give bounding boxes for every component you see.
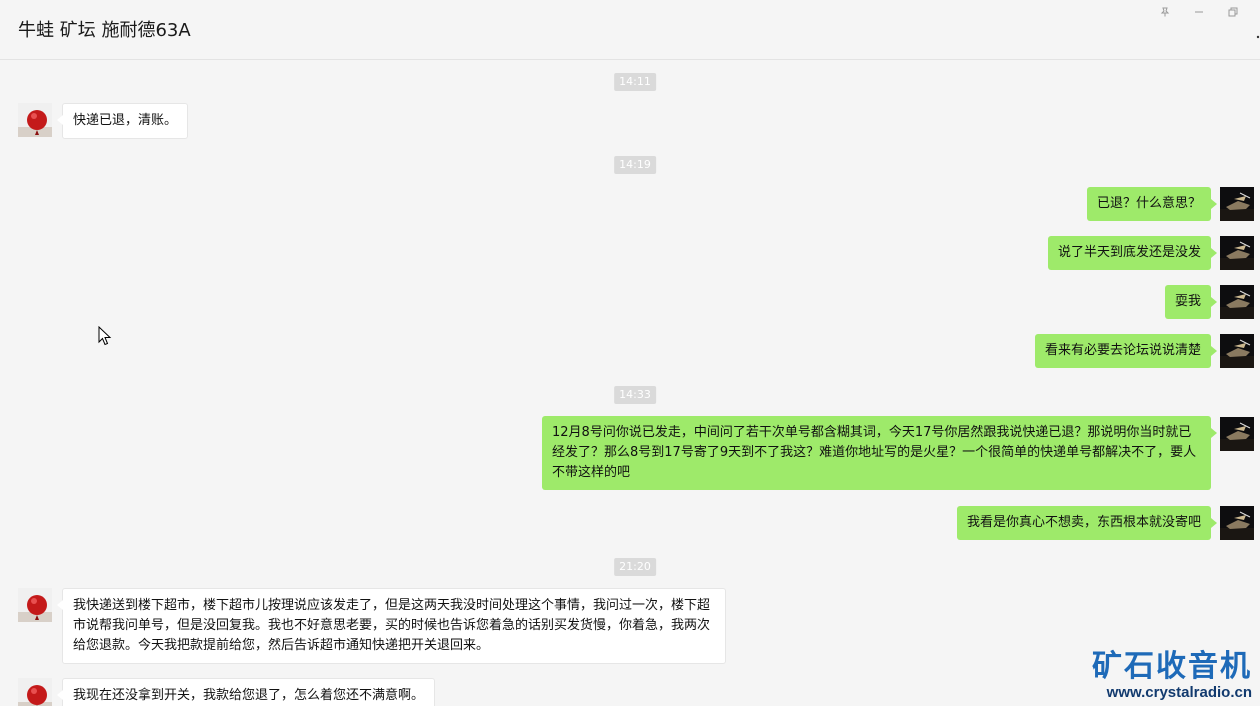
site-watermark: 矿石收音机 www.crystalradio.cn xyxy=(1092,650,1252,702)
contact-avatar[interactable] xyxy=(18,588,52,622)
contact-avatar[interactable] xyxy=(18,678,52,706)
message-bubble-sent[interactable]: 我看是你真心不想卖，东西根本就没寄吧 xyxy=(956,506,1218,540)
message-bubble-sent[interactable]: 看来有必要去论坛说说清楚 xyxy=(1034,334,1218,368)
self-avatar[interactable] xyxy=(1220,506,1254,540)
message-bubble-sent[interactable]: 12月8号问你说已发走，中间问了若干次单号都含糊其词，今天17号你居然跟我说快递… xyxy=(542,416,1217,490)
mouse-cursor-icon xyxy=(98,325,112,350)
pin-icon[interactable] xyxy=(1150,0,1180,24)
self-avatar[interactable] xyxy=(1220,236,1254,270)
timestamp: 14:33 xyxy=(614,386,656,404)
timestamp: 14:19 xyxy=(614,156,656,174)
message-bubble-received[interactable]: 我快递送到楼下超市，楼下超市儿按理说应该发走了，但是这两天我没时间处理这个事情，… xyxy=(57,588,726,664)
timestamp: 21:20 xyxy=(614,558,656,576)
message-list[interactable]: 14:11 快递已退，清账。 14:19 已退？什么意思？ 说了半天到底发还是没… xyxy=(0,60,1260,706)
watermark-url: www.crystalradio.cn xyxy=(1106,684,1252,701)
message-bubble-received[interactable]: 我现在还没拿到开关，我款给您退了，怎么着您还不满意啊。 xyxy=(56,678,436,706)
self-avatar[interactable] xyxy=(1220,334,1254,368)
contact-avatar[interactable] xyxy=(18,103,52,137)
message-bubble-sent[interactable]: 说了半天到底发还是没发 xyxy=(1047,236,1218,270)
self-avatar[interactable] xyxy=(1220,417,1254,451)
self-avatar[interactable] xyxy=(1220,285,1254,319)
chat-title: 牛蛙 矿坛 施耐德63A xyxy=(18,20,191,41)
title-bar: 牛蛙 矿坛 施耐德63A xyxy=(0,0,1260,60)
chat-window: 牛蛙 矿坛 施耐德63A 14:11 快递已退，清账。 14:19 已退？什么意… xyxy=(0,0,1260,706)
message-bubble-sent[interactable]: 已退？什么意思？ xyxy=(1086,187,1218,221)
message-bubble-received[interactable]: 快递已退，清账。 xyxy=(56,103,189,139)
watermark-title: 矿石收音机 xyxy=(1092,649,1252,684)
message-bubble-sent[interactable]: 耍我 xyxy=(1164,285,1218,319)
timestamp: 14:11 xyxy=(614,73,656,91)
minimize-icon[interactable] xyxy=(1184,0,1214,24)
restore-icon[interactable] xyxy=(1218,0,1248,24)
more-options-icon[interactable] xyxy=(1256,27,1260,43)
self-avatar[interactable] xyxy=(1220,187,1254,221)
